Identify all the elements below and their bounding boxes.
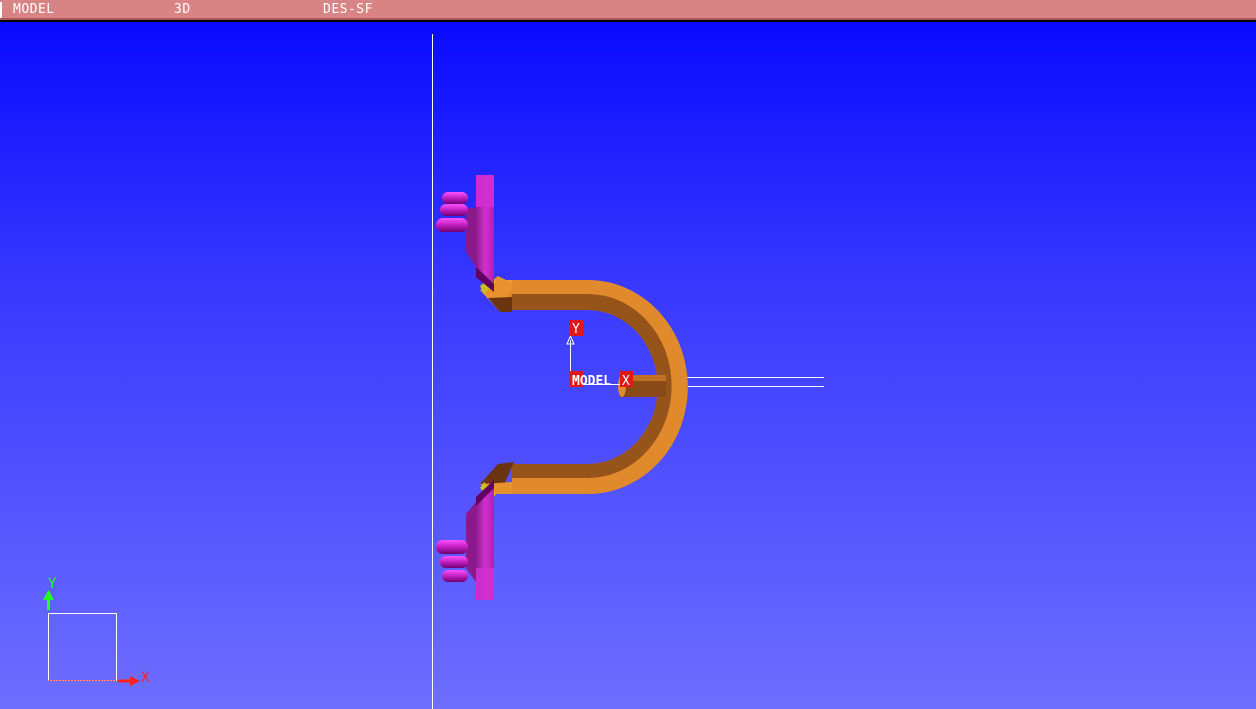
model-x-label: X xyxy=(622,374,630,389)
status-mode: MODEL xyxy=(13,2,55,17)
upper-support[interactable] xyxy=(436,175,494,292)
lower-support[interactable] xyxy=(436,480,494,600)
status-bar: MODEL 3D DES-SF xyxy=(0,0,1256,20)
3d-viewport[interactable]: Y MODEL X Y X xyxy=(0,22,1256,709)
status-bar-edge xyxy=(0,2,2,18)
triad-box xyxy=(48,613,117,681)
centerline-extension xyxy=(684,377,824,387)
view-triad: Y X xyxy=(43,576,150,686)
status-view: 3D xyxy=(174,2,191,17)
triad-x-label: X xyxy=(141,670,150,686)
status-layer: DES-SF xyxy=(323,2,373,17)
scene-canvas[interactable]: Y MODEL X Y X xyxy=(0,22,1256,709)
triad-x-arrowhead xyxy=(130,676,140,686)
model-origin-label: MODEL xyxy=(572,374,611,389)
model-y-label: Y xyxy=(572,322,580,337)
triad-y-label: Y xyxy=(48,576,57,592)
cad-window: MODEL 3D DES-SF Y MODEL X Y X xyxy=(0,0,1256,709)
model-origin-axes: Y MODEL X xyxy=(566,320,633,389)
